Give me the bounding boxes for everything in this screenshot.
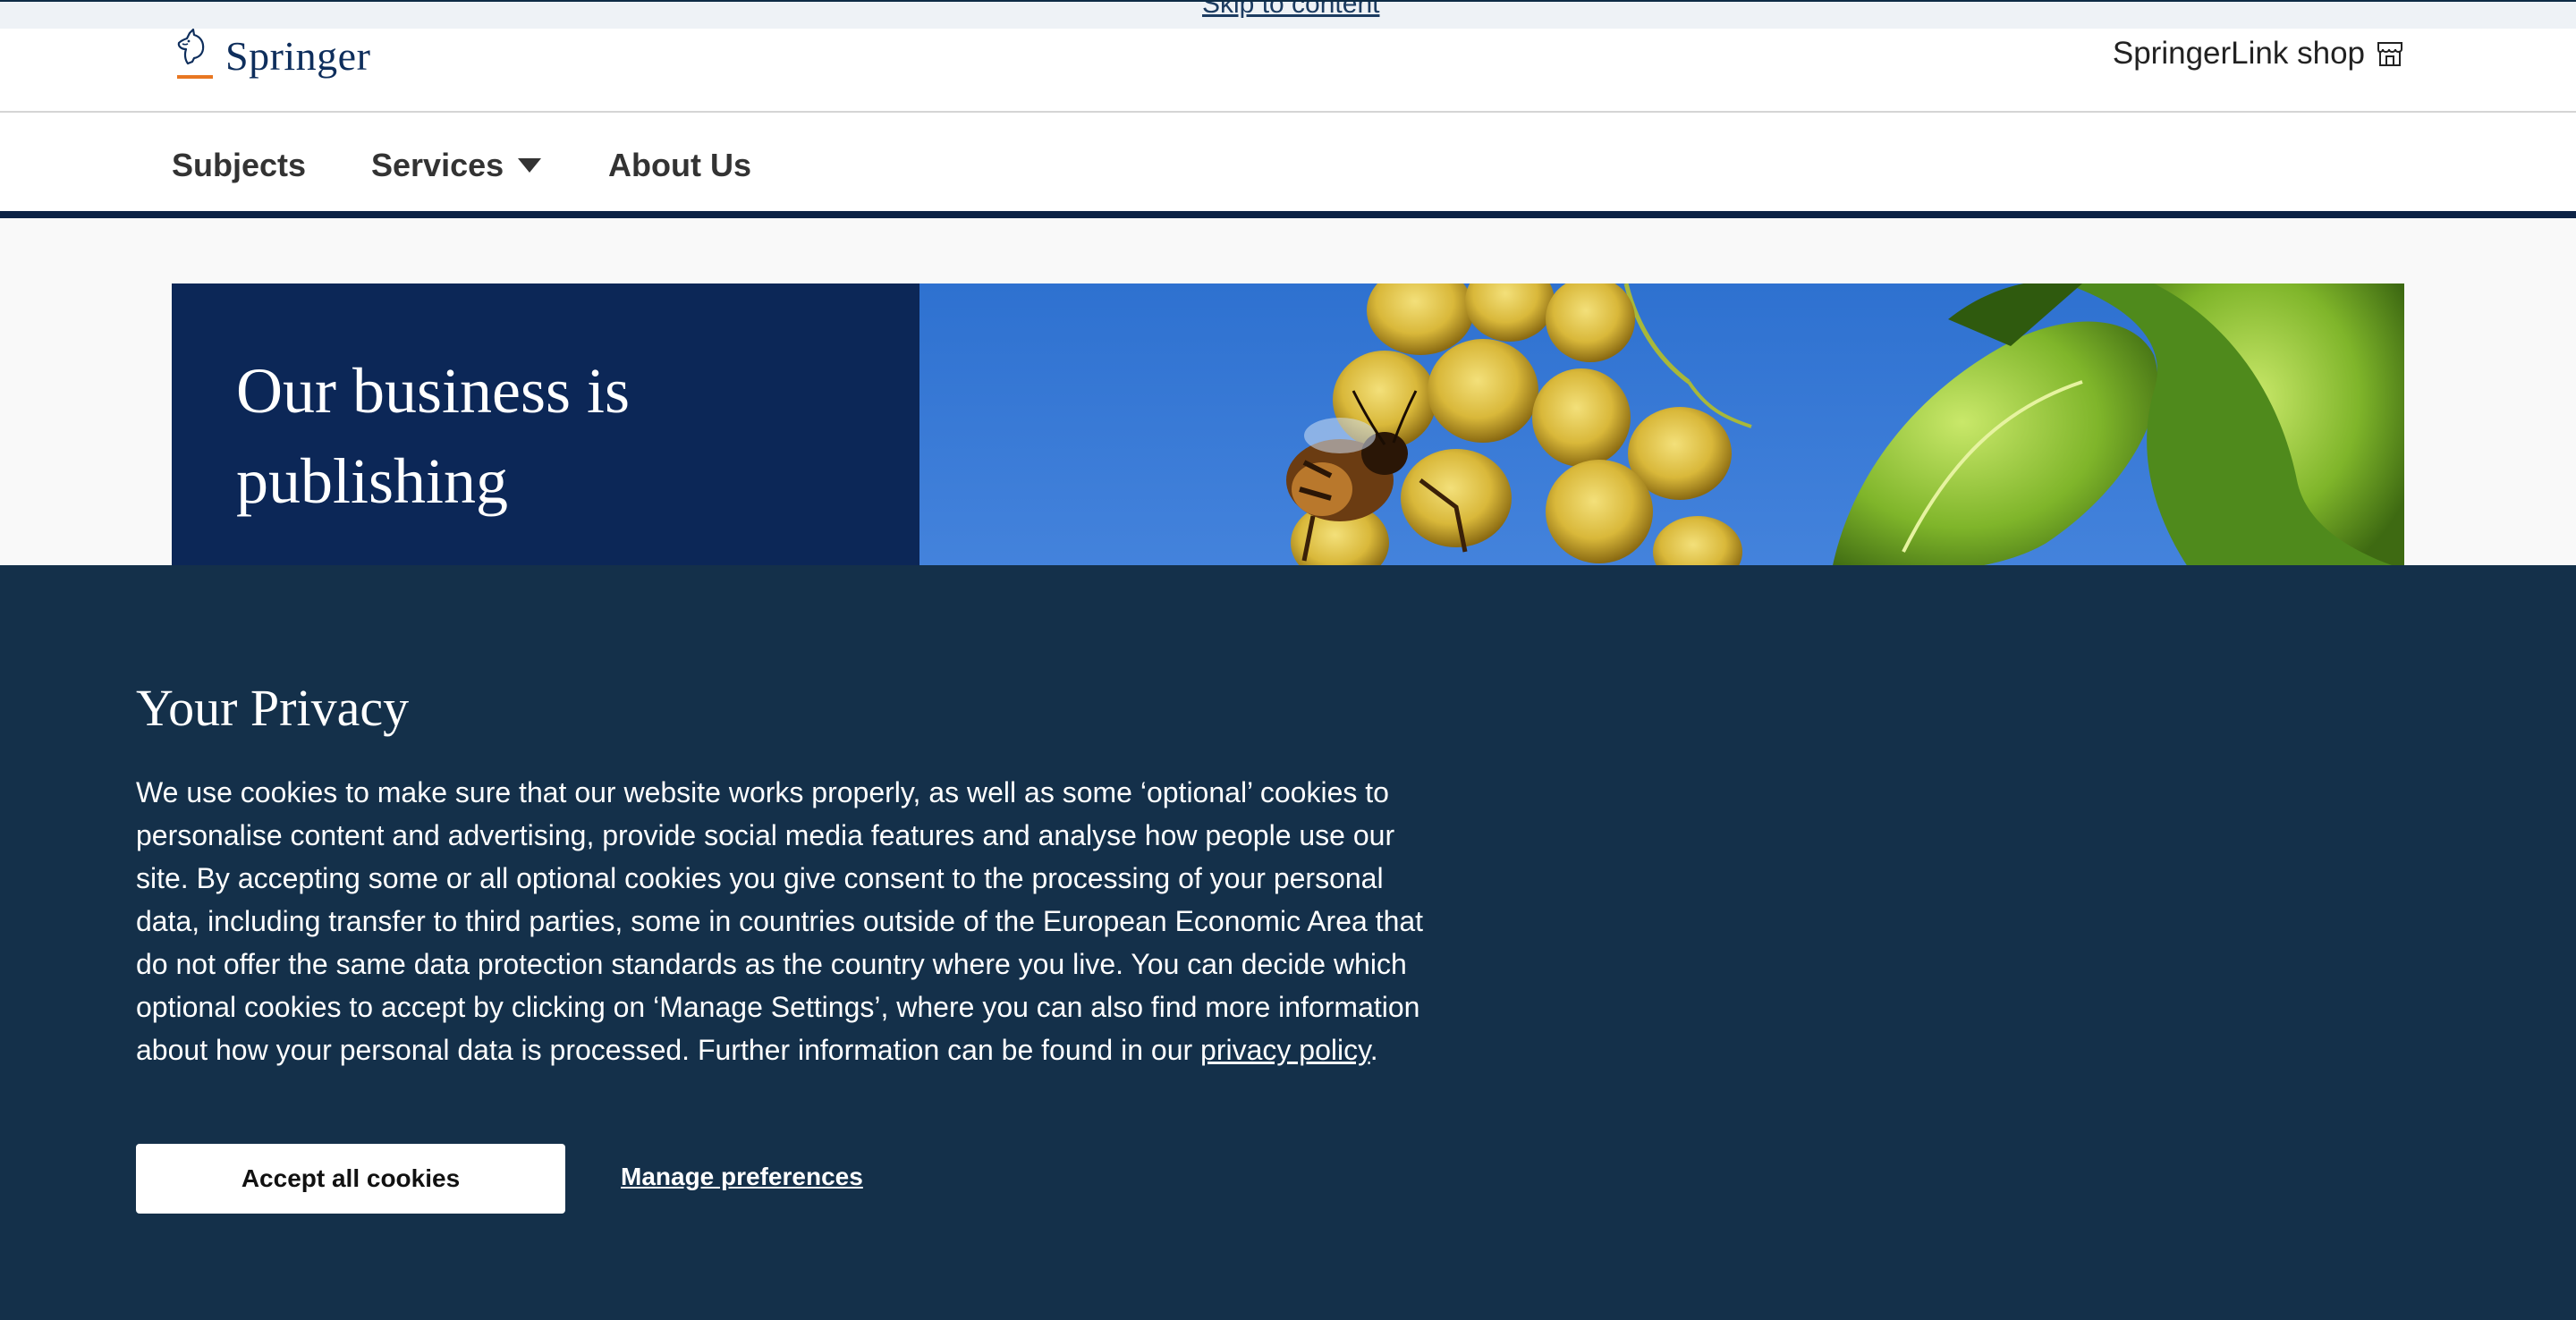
nav-item-label: Services [371,147,504,183]
nav-item-subjects[interactable]: Subjects [172,147,306,184]
privacy-body-text: We use cookies to make sure that our web… [136,776,1424,1066]
privacy-policy-link[interactable]: privacy policy [1200,1034,1370,1066]
hero-panel: Our business is publishing [172,283,919,570]
privacy-body: We use cookies to make sure that our web… [136,771,1424,1071]
skip-to-content-link[interactable]: Skip to content [1202,2,1379,20]
springer-logo[interactable]: Springer [170,28,371,82]
site-header: Springer SpringerLink shop [0,28,2576,113]
bee-on-yellow-flowers-photo [1286,283,2404,570]
main-nav: Subjects Services About Us [0,113,2576,218]
skip-bar: Skip to content [0,0,2576,29]
nav-item-label: Subjects [172,147,307,183]
springerlink-shop-link[interactable]: SpringerLink shop [2113,36,2404,72]
nav-item-label: About Us [608,147,751,183]
springer-horse-logo-icon [177,28,213,79]
privacy-body-period: . [1369,1034,1378,1066]
hero-image [919,283,2404,570]
nav-item-services[interactable]: Services [371,147,542,184]
shop-link-label: SpringerLink shop [2112,36,2365,71]
accept-all-cookies-button[interactable]: Accept all cookies [136,1144,565,1214]
storefront-icon [2377,42,2402,66]
manage-preferences-link[interactable]: Manage preferences [621,1163,863,1191]
privacy-title: Your Privacy [136,679,410,737]
caret-down-icon [518,158,542,173]
nav-item-about-us[interactable]: About Us [608,147,751,184]
hero-title: Our business is publishing [236,355,631,517]
privacy-banner: Your Privacy We use cookies to make sure… [0,565,2576,1320]
logo-wordmark: Springer [225,32,371,79]
